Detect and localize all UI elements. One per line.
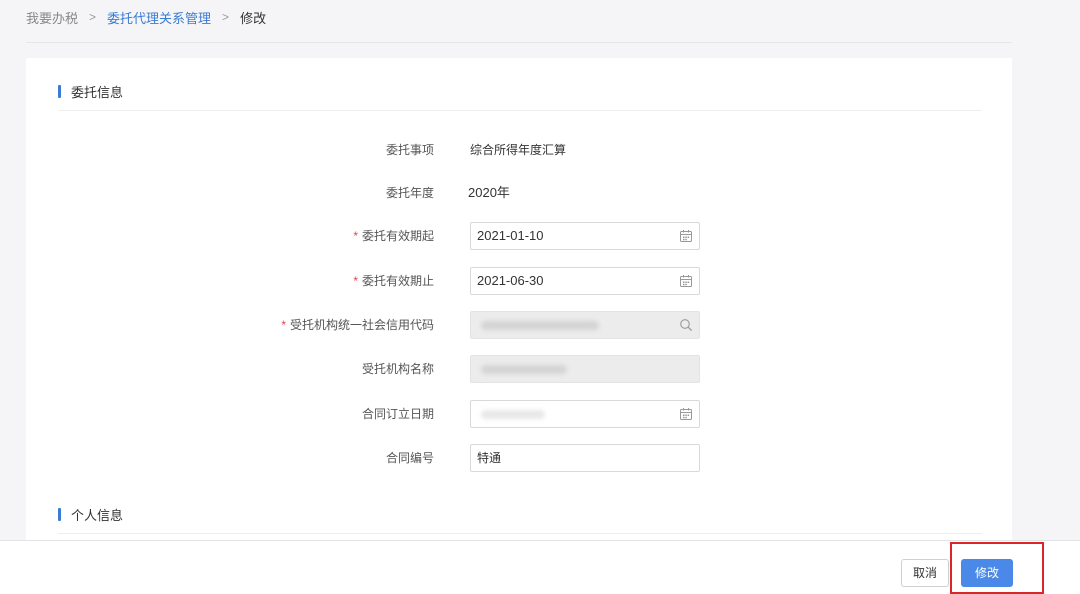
end-date-value: 2021-06-30	[477, 273, 544, 288]
value-year: 2020年	[468, 185, 510, 200]
redacted-value	[481, 321, 599, 330]
label-credit-code-text: 受托机构统一社会信用代码	[289, 318, 434, 332]
row-start-date: * 委托有效期起 2021-01-10	[26, 222, 1012, 250]
credit-code-input[interactable]	[470, 311, 700, 339]
contract-date-input[interactable]	[470, 400, 700, 428]
end-date-input[interactable]: 2021-06-30	[470, 267, 700, 295]
breadcrumb-current: 修改	[240, 10, 267, 26]
label-end-date-text: 委托有效期止	[361, 274, 434, 288]
required-marker: *	[353, 274, 358, 288]
calendar-icon[interactable]	[679, 407, 693, 421]
row-contract-no: 合同编号 特通	[26, 444, 1012, 472]
breadcrumb-separator: >	[89, 10, 97, 24]
submit-button[interactable]: 修改	[961, 559, 1013, 587]
label-start-date-text: 委托有效期起	[361, 229, 434, 243]
header-divider	[26, 42, 1012, 43]
section-title-entrust: 委托信息	[71, 85, 124, 100]
row-org-name: 受托机构名称	[26, 355, 1012, 383]
start-date-value: 2021-01-10	[477, 228, 544, 243]
row-end-date: * 委托有效期止 2021-06-30	[26, 267, 1012, 295]
section-title-personal: 个人信息	[71, 508, 124, 523]
label-end-date: * 委托有效期止	[353, 267, 434, 295]
section-divider	[58, 533, 982, 534]
required-marker: *	[353, 229, 358, 243]
label-credit-code: * 受托机构统一社会信用代码	[281, 311, 434, 339]
label-org-name: 受托机构名称	[361, 362, 434, 376]
label-start-date: * 委托有效期起	[353, 222, 434, 250]
label-contract-date: 合同订立日期	[361, 407, 434, 421]
cancel-button[interactable]: 取消	[901, 559, 949, 587]
search-icon[interactable]	[679, 318, 693, 332]
form-card: 委托信息 委托事项 综合所得年度汇算 委托年度 2020年 * 委托有效期起 20…	[26, 58, 1012, 548]
redacted-value	[481, 365, 567, 374]
section-personal-info: 个人信息	[58, 505, 123, 524]
calendar-icon[interactable]	[679, 229, 693, 243]
label-year: 委托年度	[385, 186, 434, 200]
start-date-input[interactable]: 2021-01-10	[470, 222, 700, 250]
label-matter: 委托事项	[385, 143, 434, 157]
action-bar: 取消 修改	[0, 540, 1080, 594]
org-name-input	[470, 355, 700, 383]
row-contract-date: 合同订立日期	[26, 400, 1012, 428]
row-year: 委托年度 2020年	[26, 179, 1012, 207]
contract-no-value: 特通	[477, 451, 502, 465]
breadcrumb-home[interactable]: 我要办税	[26, 8, 78, 27]
breadcrumb-section[interactable]: 委托代理关系管理	[107, 8, 211, 27]
calendar-icon[interactable]	[679, 274, 693, 288]
contract-no-input[interactable]: 特通	[470, 444, 700, 472]
section-divider	[58, 110, 982, 111]
breadcrumb: 我要办税 > 委托代理关系管理 > 修改	[26, 6, 266, 28]
required-marker: *	[281, 318, 286, 332]
row-matter: 委托事项 综合所得年度汇算	[26, 136, 1012, 164]
breadcrumb-separator: >	[222, 10, 230, 24]
value-matter: 综合所得年度汇算	[470, 143, 567, 157]
label-contract-no: 合同编号	[385, 451, 434, 465]
redacted-value	[481, 410, 545, 419]
section-entrust-info: 委托信息	[58, 82, 123, 101]
section-marker	[58, 508, 61, 521]
section-marker	[58, 85, 61, 98]
row-credit-code: * 受托机构统一社会信用代码	[26, 311, 1012, 339]
